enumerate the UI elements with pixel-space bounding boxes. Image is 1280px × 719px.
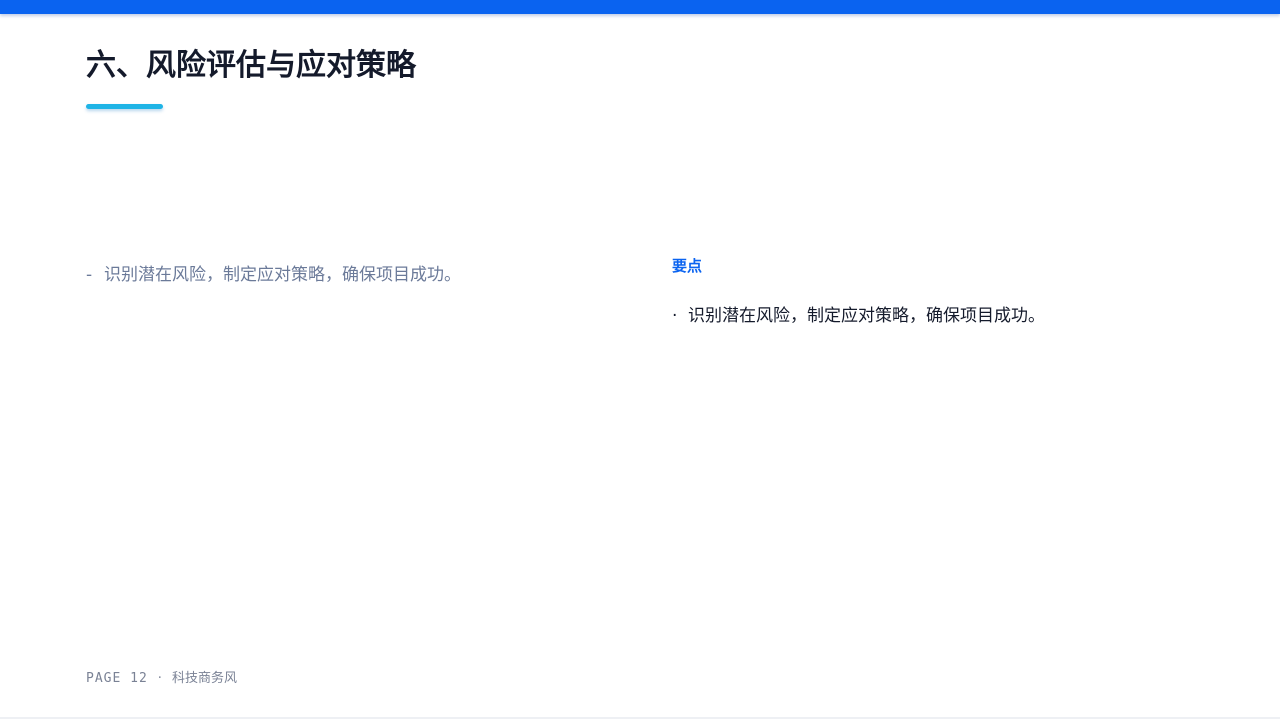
page-number: PAGE 12 [86, 671, 148, 686]
left-bullet-text: 识别潜在风险，制定应对策略，确保项目成功。 [104, 265, 461, 285]
key-points-heading: 要点 [672, 257, 703, 275]
key-point-item: · 识别潜在风险，制定应对策略，确保项目成功。 [672, 303, 1045, 329]
key-point-text: 识别潜在风险，制定应对策略，确保项目成功。 [688, 306, 1045, 326]
bullet-marker: · [672, 306, 678, 326]
footer: PAGE 12 · 科技商务风 [86, 669, 237, 689]
left-bullet-item: - 识别潜在风险，制定应对策略，确保项目成功。 [86, 262, 461, 288]
footer-separator: · [157, 671, 162, 686]
top-accent-bar [0, 0, 1280, 14]
title-underline [86, 104, 163, 109]
footer-theme: 科技商务风 [171, 671, 237, 686]
bullet-marker: - [86, 265, 93, 285]
page-title: 六、风险评估与应对策略 [86, 48, 416, 83]
